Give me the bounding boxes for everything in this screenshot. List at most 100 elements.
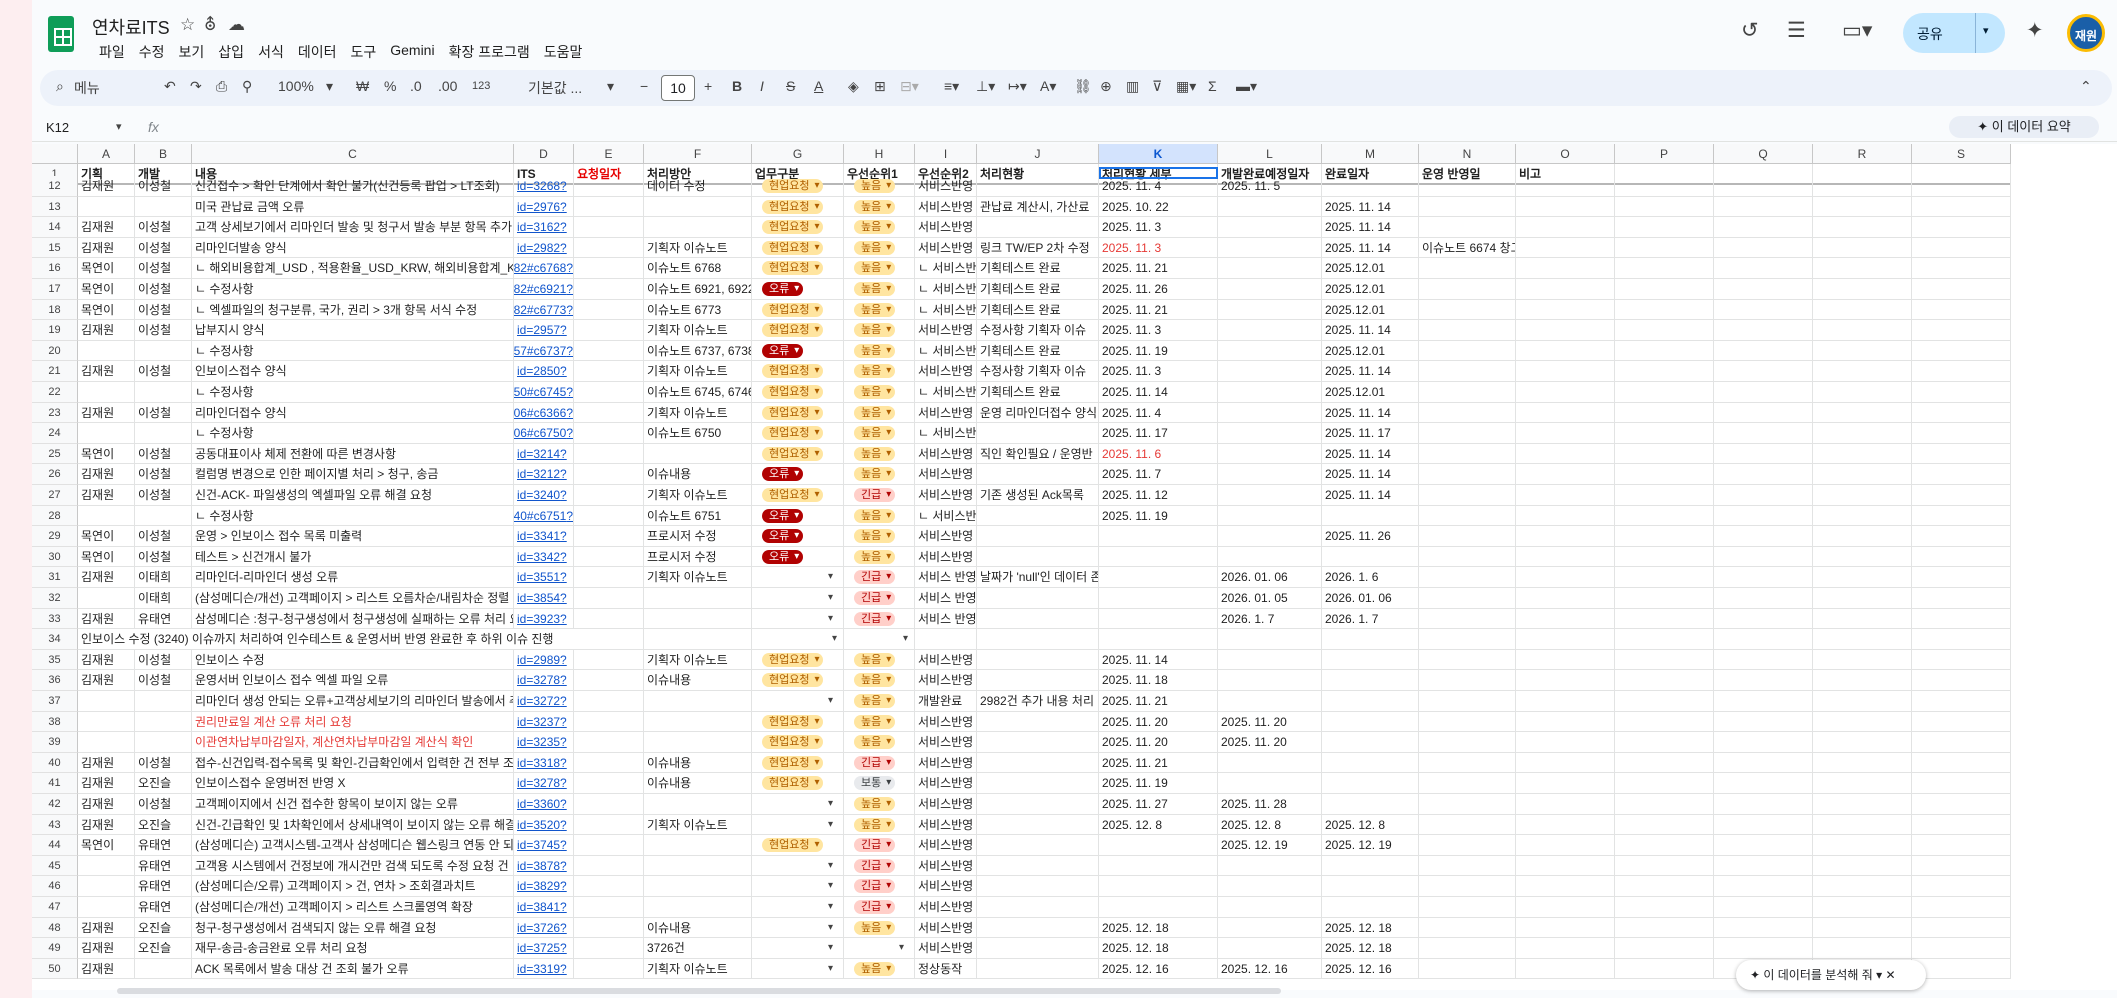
- table-cell[interactable]: [1714, 855, 1813, 877]
- cell-A18[interactable]: 목연이: [78, 299, 135, 321]
- table-cell[interactable]: [1419, 629, 1516, 650]
- search-icon[interactable]: ⌕: [56, 78, 64, 95]
- table-cell[interactable]: [1912, 773, 2011, 794]
- cell-L24[interactable]: [1218, 423, 1322, 444]
- cell-O33[interactable]: [1516, 608, 1615, 630]
- cell-M17[interactable]: 2025.12.01: [1322, 279, 1419, 300]
- cell-N16[interactable]: [1419, 258, 1516, 279]
- priority-dropdown[interactable]: 높음: [854, 405, 896, 420]
- table-cell[interactable]: [1714, 752, 1813, 774]
- table-cell[interactable]: [1813, 917, 1912, 939]
- cell-N13[interactable]: [1419, 196, 1516, 218]
- cell-J20[interactable]: 기획테스트 완료: [977, 340, 1099, 362]
- table-cell[interactable]: [1714, 794, 1813, 815]
- cell-H41[interactable]: 보통: [844, 773, 915, 794]
- cell-L32[interactable]: 2026. 01. 05: [1218, 588, 1322, 609]
- priority-dropdown[interactable]: 높음: [854, 508, 896, 523]
- cell-M29[interactable]: 2025. 11. 26: [1322, 526, 1419, 547]
- cell-K48[interactable]: 2025. 12. 18: [1099, 917, 1218, 939]
- cell-N46[interactable]: [1419, 876, 1516, 897]
- cell-J45[interactable]: [977, 855, 1099, 877]
- cell-J38[interactable]: [977, 711, 1099, 733]
- priority-dropdown[interactable]: 높음: [854, 797, 896, 811]
- row-header-17[interactable]: 17: [32, 279, 78, 300]
- cell-E12[interactable]: [574, 176, 644, 197]
- cell-A39[interactable]: [78, 732, 135, 753]
- table-cell[interactable]: [1322, 629, 1419, 650]
- cell-L43[interactable]: 2025. 12. 8: [1218, 814, 1322, 836]
- cell-E15[interactable]: [574, 237, 644, 259]
- cell-I35[interactable]: 서비스반영: [915, 649, 977, 671]
- row-header-28[interactable]: 28: [32, 505, 78, 527]
- column-header-R[interactable]: R: [1813, 144, 1912, 164]
- its-link-50[interactable]: ?id=3319: [514, 958, 574, 980]
- cell-O14[interactable]: [1516, 217, 1615, 238]
- table-cell[interactable]: [1615, 196, 1714, 218]
- cell-G35[interactable]: 현업요청: [752, 649, 844, 671]
- table-cell[interactable]: [1615, 732, 1714, 753]
- table-cell[interactable]: [1813, 876, 1912, 897]
- priority-dropdown[interactable]: 높음: [854, 282, 896, 296]
- cell-I44[interactable]: 서비스반영: [915, 835, 977, 856]
- cell-B49[interactable]: 오진슬: [135, 938, 192, 959]
- cell-E25[interactable]: [574, 443, 644, 465]
- table-cell[interactable]: [1912, 485, 2011, 506]
- column-header-O[interactable]: O: [1516, 144, 1615, 164]
- table-cell[interactable]: [1615, 588, 1714, 609]
- cell-H23[interactable]: 높음: [844, 402, 915, 424]
- table-cell[interactable]: [1714, 917, 1813, 939]
- its-link-27[interactable]: ?id=3240: [514, 485, 574, 506]
- cell-B21[interactable]: 이성철: [135, 361, 192, 382]
- cell-H45[interactable]: 긴급: [844, 855, 915, 877]
- table-cell[interactable]: [1912, 526, 2011, 547]
- cell-C50[interactable]: ACK 목록에서 발송 대상 건 조회 불가 오류: [192, 958, 514, 980]
- cell-I28[interactable]: ㄴ 서비스반영: [915, 505, 977, 527]
- cell-C32[interactable]: (삼성메디슨/개선) 고객페이지 > 리스트 오름차순/내림차순 정렬 기능: [192, 588, 514, 609]
- table-cell[interactable]: [1714, 608, 1813, 630]
- cell-C20[interactable]: ㄴ 수정사항: [192, 340, 514, 362]
- table-cell[interactable]: [1813, 217, 1912, 238]
- work-type-dropdown[interactable]: 현업요청: [762, 385, 824, 399]
- chevron-down-icon[interactable]: ▾: [1876, 968, 1882, 982]
- table-cell[interactable]: [1714, 711, 1813, 733]
- cell-L13[interactable]: [1218, 196, 1322, 218]
- star-icon[interactable]: ☆: [180, 15, 195, 35]
- cell-H28[interactable]: 높음: [844, 505, 915, 527]
- cell-H40[interactable]: 긴급: [844, 752, 915, 774]
- cell-B48[interactable]: 오진슬: [135, 917, 192, 939]
- cell-K43[interactable]: 2025. 12. 8: [1099, 814, 1218, 836]
- cell-M25[interactable]: 2025. 11. 14: [1322, 443, 1419, 465]
- priority-dropdown[interactable]: [844, 941, 908, 956]
- cell-B12[interactable]: 이성철: [135, 176, 192, 197]
- cell-J35[interactable]: [977, 649, 1099, 671]
- cell-G32[interactable]: [752, 588, 844, 609]
- cell-H32[interactable]: 긴급: [844, 588, 915, 609]
- cell-A24[interactable]: [78, 423, 135, 444]
- table-cell[interactable]: [1912, 443, 2011, 465]
- priority-dropdown[interactable]: 긴급: [854, 838, 896, 853]
- table-cell[interactable]: [1813, 505, 1912, 527]
- cell-K13[interactable]: 2025. 10. 22: [1099, 196, 1218, 218]
- zoom-select[interactable]: 100%: [278, 78, 314, 94]
- table-cell[interactable]: [1912, 855, 2011, 877]
- table-cell[interactable]: [1714, 546, 1813, 568]
- cell-C31[interactable]: 리마인더-리마인더 생성 오류: [192, 567, 514, 588]
- table-cell[interactable]: [1813, 196, 1912, 218]
- cell-M32[interactable]: 2026. 01. 06: [1322, 588, 1419, 609]
- its-link-28[interactable]: ?id=3240#c6751: [514, 505, 574, 527]
- table-cell[interactable]: [1912, 423, 2011, 444]
- table-cell[interactable]: [1615, 176, 1714, 197]
- cell-O37[interactable]: [1516, 691, 1615, 712]
- bold-button[interactable]: B: [732, 78, 742, 94]
- priority-dropdown[interactable]: 높음: [854, 920, 896, 935]
- cell-O18[interactable]: [1516, 299, 1615, 321]
- dropdown-icon[interactable]: ▾: [832, 629, 837, 649]
- cell-C38[interactable]: 권리만료일 계산 오류 처리 요청: [192, 711, 514, 733]
- cell-H29[interactable]: 높음: [844, 526, 915, 547]
- table-cell[interactable]: [1912, 814, 2011, 836]
- priority-dropdown[interactable]: 긴급: [854, 591, 896, 605]
- column-header-Q[interactable]: Q: [1714, 144, 1813, 164]
- move-icon[interactable]: ⛢: [204, 15, 216, 35]
- its-link-25[interactable]: ?id=3214: [514, 443, 574, 465]
- its-link-44[interactable]: ?id=3745: [514, 835, 574, 856]
